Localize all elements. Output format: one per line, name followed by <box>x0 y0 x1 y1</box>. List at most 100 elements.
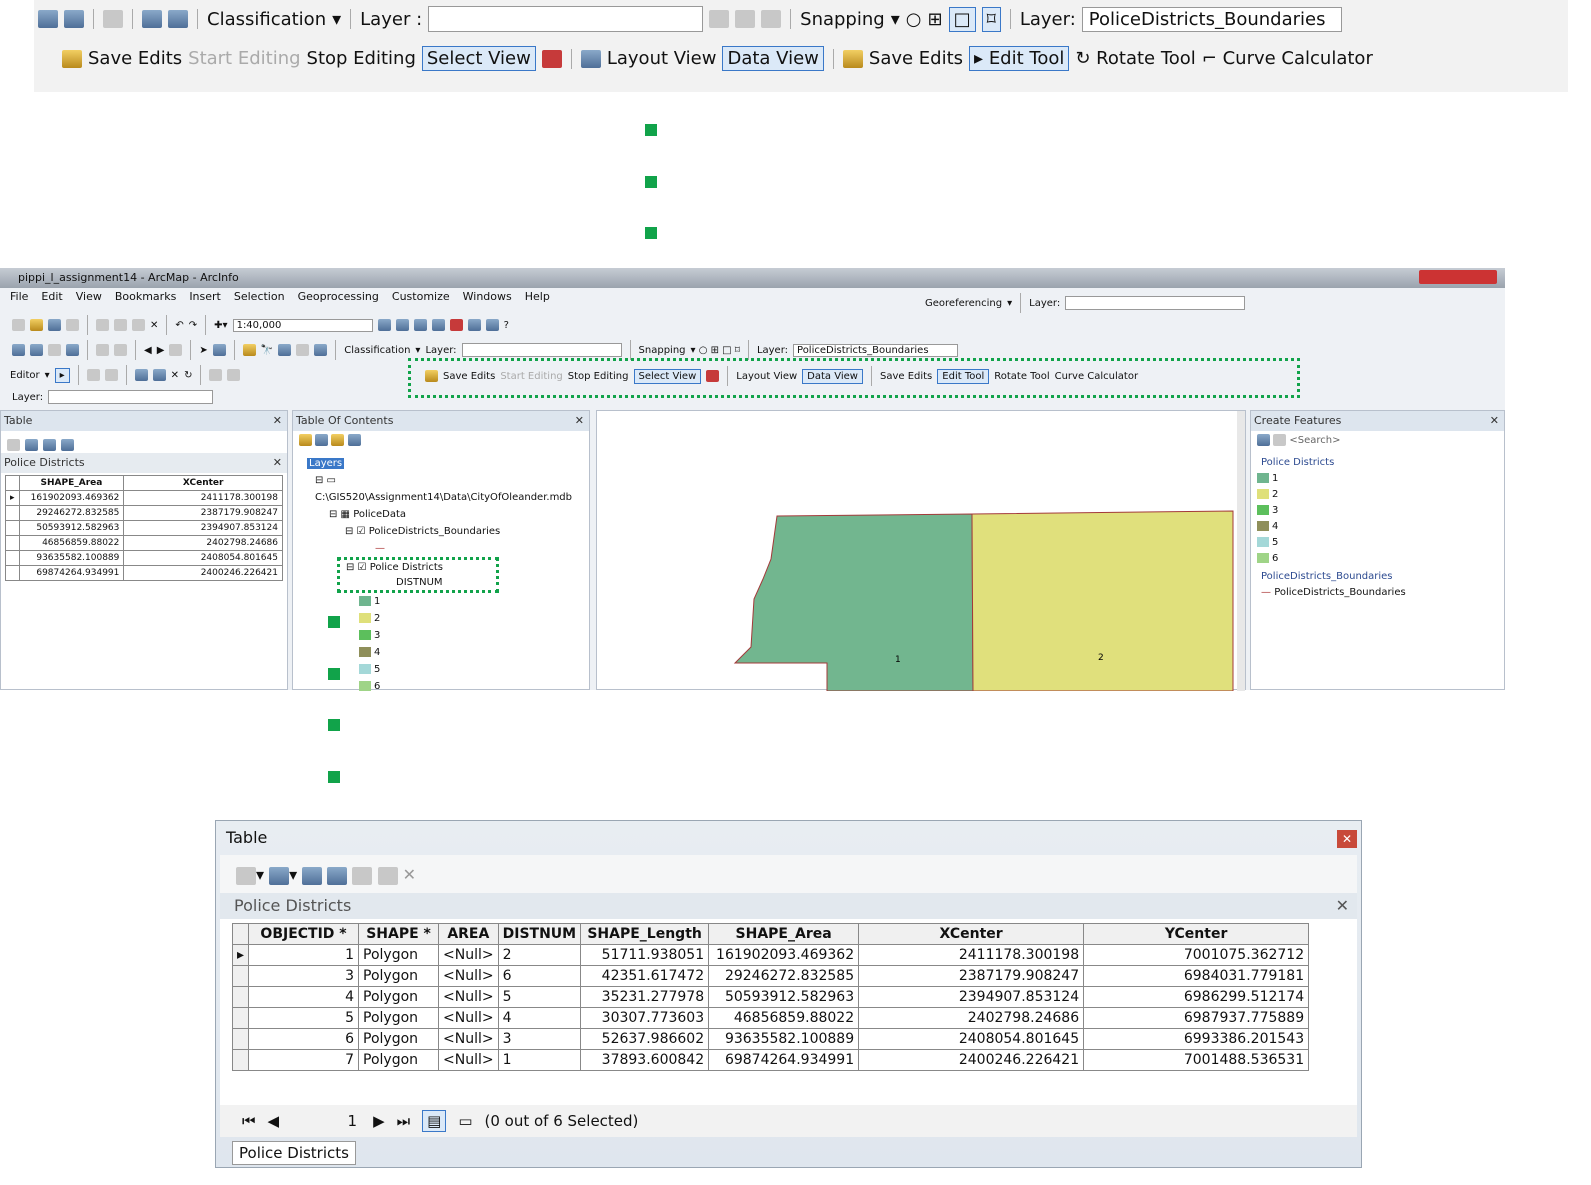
show-selected-records-button[interactable]: ▭ <box>458 1112 472 1130</box>
custom-layout-view[interactable]: Layout View <box>736 371 797 382</box>
cell[interactable]: 46856859.88022 <box>18 535 125 551</box>
start-editing-button[interactable]: Start Editing <box>188 48 300 69</box>
previous-record-button[interactable]: ◀ <box>268 1112 280 1130</box>
cell[interactable]: 46856859.88022 <box>708 1007 860 1029</box>
bottom-layer-select[interactable] <box>48 390 214 404</box>
toc-class-item[interactable]: 1 <box>359 593 575 610</box>
edit-vertices-icon[interactable] <box>134 369 148 381</box>
toc-layer1[interactable]: ⊟ ☑ PoliceDistricts_Boundaries <box>345 523 575 540</box>
redo-icon[interactable]: ↷ <box>189 320 197 331</box>
next-record-button[interactable]: ▶ <box>373 1112 385 1130</box>
cell[interactable]: 2402798.24686 <box>123 535 283 551</box>
layer2-small-select[interactable]: PoliceDistricts_Boundaries <box>793 343 959 357</box>
cell[interactable]: 161902093.469362 <box>18 490 125 506</box>
cell[interactable]: 1 <box>497 1049 582 1071</box>
snapping-dropdown[interactable]: Snapping <box>800 9 885 30</box>
cell[interactable]: Polygon <box>358 1049 440 1071</box>
cell[interactable]: 2408054.801645 <box>123 550 283 566</box>
table-options-icon[interactable] <box>236 866 256 885</box>
select-view-button[interactable]: Select View <box>421 46 536 71</box>
toc-layer2[interactable]: ⊟ ☑ Police Districts DISTNUM <box>337 557 499 593</box>
table-row[interactable]: 4 Polygon <Null> 5 35231.277978 50593912.5829… <box>231 986 1310 1008</box>
sketch-properties-icon[interactable] <box>227 369 241 381</box>
delete-selected-icon[interactable]: ✕ <box>403 865 416 884</box>
cell[interactable]: 2394907.853124 <box>858 986 1085 1008</box>
cell[interactable]: 3 <box>248 965 360 987</box>
new-icon[interactable] <box>12 319 25 331</box>
back-icon[interactable]: ◀ <box>144 345 152 356</box>
cell[interactable]: 2387179.908247 <box>858 965 1085 987</box>
fixed-zoom-in-icon[interactable] <box>96 344 109 356</box>
cell[interactable]: 6 <box>497 965 582 987</box>
menu-help[interactable]: Help <box>525 290 550 303</box>
template-item[interactable]: 3 <box>1257 503 1494 519</box>
menu-geoprocessing[interactable]: Geoprocessing <box>298 290 379 303</box>
cell[interactable]: 2408054.801645 <box>858 1028 1085 1050</box>
cell[interactable]: 29246272.832585 <box>18 505 125 521</box>
column-header[interactable]: YCenter <box>1083 923 1310 945</box>
time-slider-icon[interactable] <box>103 10 123 28</box>
curve-calculator-button[interactable]: ⌐ Curve Calculator <box>1202 48 1373 69</box>
menu-edit[interactable]: Edit <box>41 290 62 303</box>
window-controls[interactable] <box>1419 270 1497 284</box>
last-record-button[interactable]: ⏭ <box>397 1112 411 1130</box>
table-tab-police-districts[interactable]: Police Districts <box>232 1141 356 1165</box>
column-header[interactable]: XCenter <box>858 923 1085 945</box>
related-tables-icon[interactable] <box>25 438 39 451</box>
cell[interactable]: 6986299.512174 <box>1083 986 1310 1008</box>
time-icon[interactable] <box>296 344 310 356</box>
save-edits2-button[interactable]: Save Edits <box>869 48 963 69</box>
cell[interactable]: 42351.617472 <box>580 965 710 987</box>
filter-icon[interactable] <box>1257 434 1270 446</box>
table-row[interactable]: 69874264.934991 2400246.226421 <box>5 565 283 581</box>
cell[interactable]: 69874264.934991 <box>18 565 125 581</box>
georeferencing-dropdown[interactable]: Georeferencing <box>925 298 1002 309</box>
end-snap-icon[interactable]: ⌑ <box>981 6 1001 32</box>
column-header[interactable]: DISTNUM <box>497 923 582 945</box>
editor-toolbar-icon[interactable] <box>377 319 391 331</box>
rotate-icon[interactable]: ↻ <box>184 370 192 381</box>
custom-rotate-tool[interactable]: Rotate Tool <box>994 371 1049 382</box>
row-selector[interactable]: ▸ <box>5 490 20 506</box>
template-item[interactable]: 6 <box>1257 551 1494 567</box>
row-selector[interactable] <box>5 535 20 551</box>
custom-edit-tool[interactable]: Edit Tool <box>937 368 990 384</box>
classification-dropdown[interactable]: Classification <box>207 9 326 30</box>
straight-segment-icon[interactable] <box>86 369 100 381</box>
modelbuilder-icon[interactable] <box>485 319 499 331</box>
template-item[interactable]: 1 <box>1257 471 1494 487</box>
delete-icon[interactable]: ✕ <box>150 320 158 331</box>
cell[interactable]: <Null> <box>438 1049 499 1071</box>
edit-tool-small[interactable]: ▸ <box>54 367 70 383</box>
custom-curve-calculator[interactable]: Curve Calculator <box>1055 371 1138 382</box>
cell[interactable]: 161902093.469362 <box>708 944 860 966</box>
search-window-icon[interactable] <box>431 319 445 331</box>
toc-class-item[interactable]: 2 <box>359 610 575 627</box>
attributes-icon[interactable] <box>209 369 223 381</box>
menu-view[interactable]: View <box>76 290 102 303</box>
table-row[interactable]: 46856859.88022 2402798.24686 <box>5 535 283 551</box>
zoom-extent-icon[interactable] <box>142 10 162 28</box>
district-2-polygon[interactable] <box>971 510 1234 692</box>
cell[interactable]: 6993386.201543 <box>1083 1028 1310 1050</box>
clear-selection-icon[interactable] <box>352 866 373 885</box>
cell[interactable]: <Null> <box>438 944 499 966</box>
cell[interactable]: 7001075.362712 <box>1083 944 1310 966</box>
table-row[interactable]: 93635582.100889 2408054.801645 <box>5 550 283 566</box>
cell[interactable]: 3 <box>497 1028 582 1050</box>
col-header[interactable]: XCenter <box>123 475 283 491</box>
select-by-attr-icon[interactable] <box>43 438 57 451</box>
custom-calc-icon[interactable] <box>706 370 720 382</box>
custom-data-view[interactable]: Data View <box>802 368 863 384</box>
cell[interactable]: 93635582.100889 <box>18 550 125 566</box>
find-icon[interactable]: 🔭 <box>261 345 273 356</box>
toc-class-item[interactable]: 5 <box>359 661 575 678</box>
pan-icon[interactable] <box>48 344 61 356</box>
column-header[interactable]: SHAPE_Area <box>708 923 860 945</box>
close-tab-icon[interactable]: ✕ <box>1336 893 1349 919</box>
cell[interactable]: <Null> <box>438 1007 499 1029</box>
copy-icon[interactable] <box>114 319 127 331</box>
geo-layer-select[interactable] <box>1065 296 1246 310</box>
close-window-button[interactable]: ✕ <box>1337 830 1357 848</box>
row-selector[interactable] <box>5 550 20 566</box>
